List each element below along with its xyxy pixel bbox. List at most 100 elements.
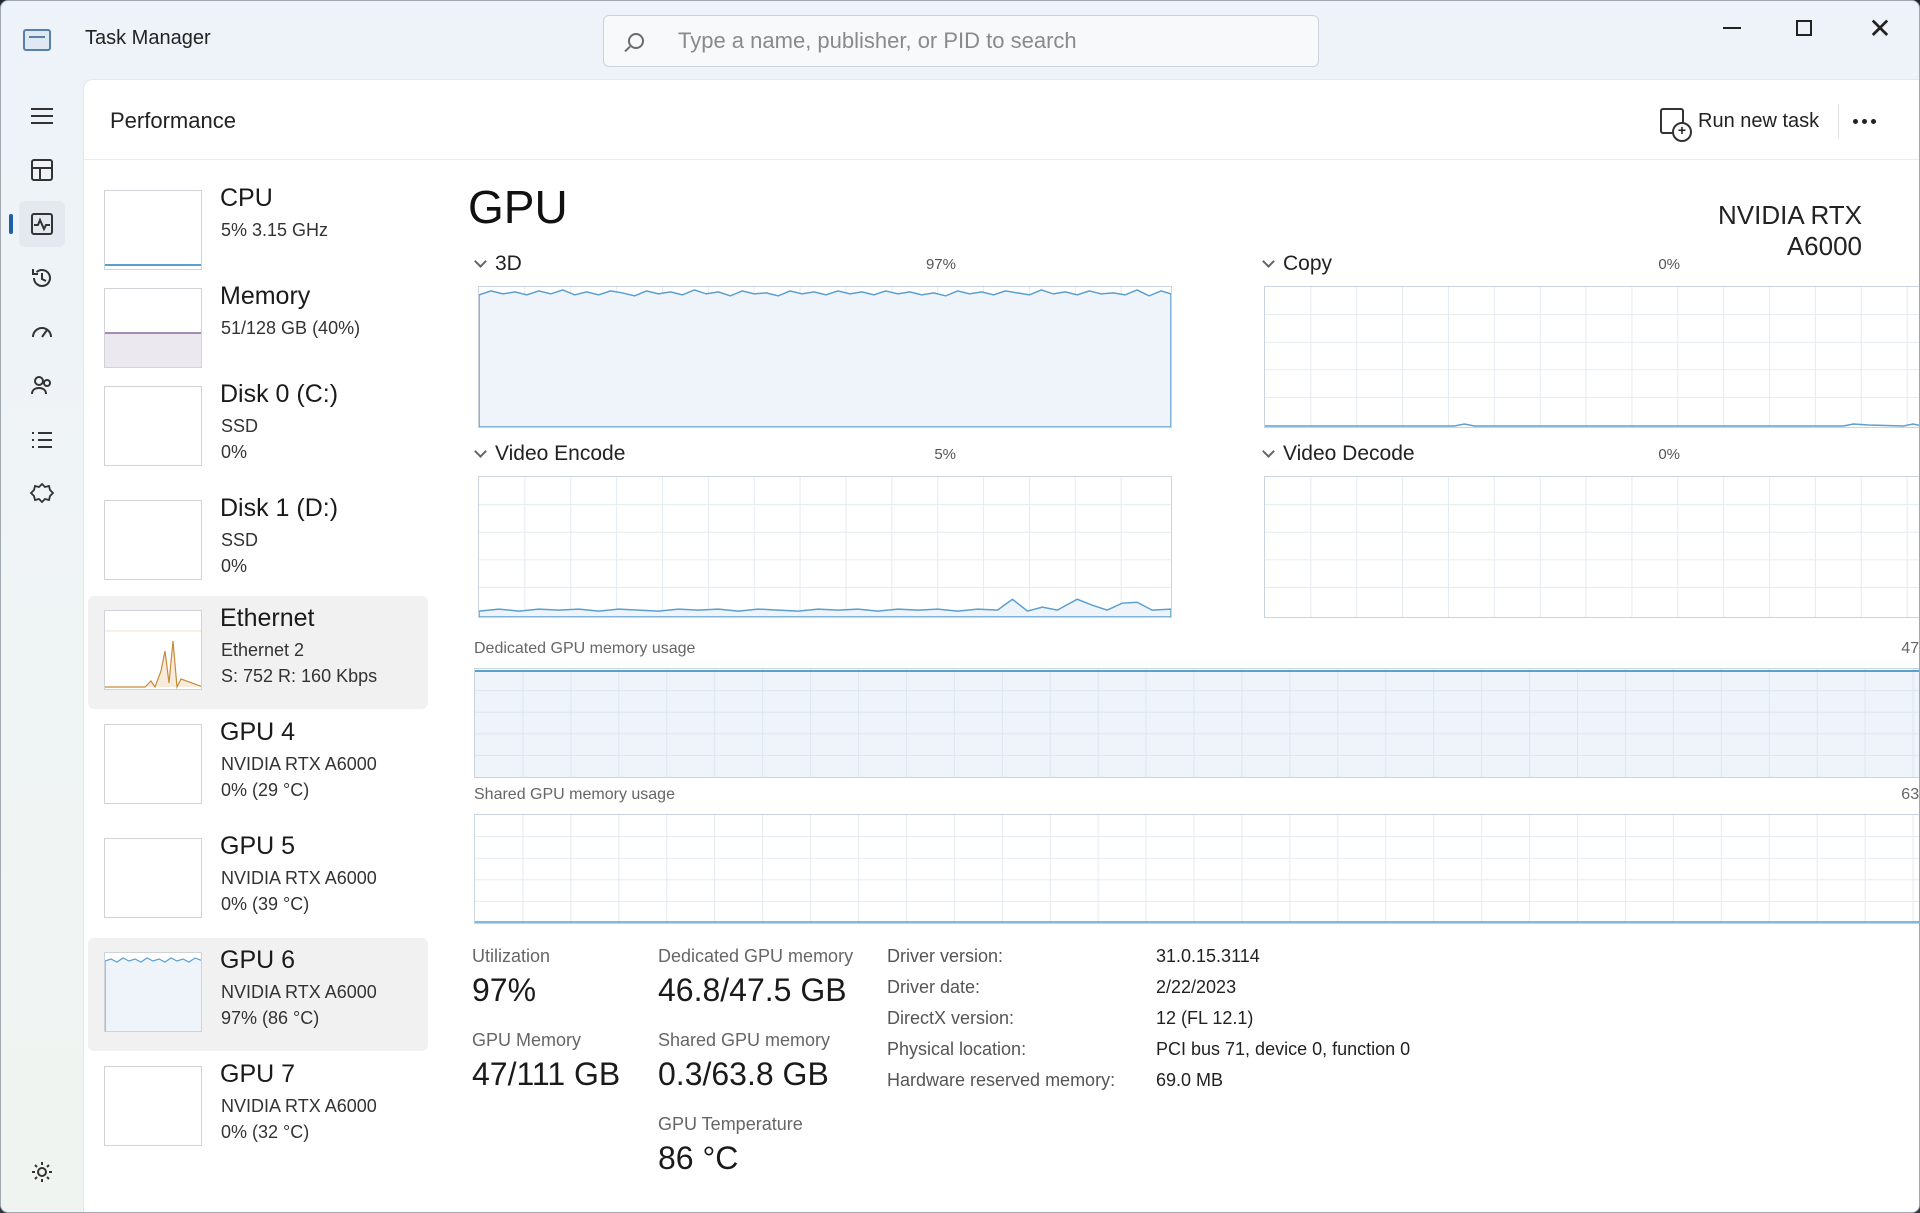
device-detail: NVIDIA RTX A6000 (221, 982, 377, 1002)
device-thumbnail (104, 386, 202, 466)
more-dot-icon (1861, 118, 1867, 124)
device-detail: 0% (39 °C) (221, 894, 310, 914)
chevron-down-icon (1262, 444, 1275, 458)
gpu-temperature-value: 86 °C (658, 1140, 739, 1176)
device-memory[interactable]: Memory 51/128 GB (40%) (88, 274, 428, 387)
engine-label: 3D (495, 252, 522, 275)
gpu-memory-label: GPU Memory (472, 1030, 582, 1050)
engine-video-decode-selector[interactable]: Video Decode (1262, 442, 1415, 466)
device-detail: SSD (221, 416, 259, 436)
device-name: Ethernet (220, 604, 315, 632)
engine-3d-selector[interactable]: 3D (474, 252, 522, 276)
gpu-memory-value: 47/111 GB (472, 1056, 621, 1092)
services-icon (29, 482, 55, 504)
engine-label: Copy (1283, 252, 1333, 275)
title-bar: Task Manager ✕ (1, 1, 1919, 79)
device-detail: NVIDIA RTX A6000 (221, 754, 377, 774)
device-gpu-4[interactable]: GPU 4 NVIDIA RTX A6000 0% (29 °C) (88, 710, 428, 823)
more-dot-icon (1870, 118, 1876, 124)
nav-performance[interactable] (9, 201, 65, 247)
utilization-value: 97% (472, 972, 537, 1008)
dedicated-memory-graph (474, 668, 1919, 778)
nav-processes[interactable] (19, 147, 65, 193)
nav-startup-apps[interactable] (19, 309, 65, 355)
device-name: CPU (220, 184, 273, 212)
device-thumbnail (104, 724, 202, 804)
device-detail: 0% (29 °C) (221, 780, 310, 800)
shared-memory-max: 63.8 GB (1901, 786, 1920, 803)
gpu-model-name: NVIDIA RTX A6000 (1717, 200, 1862, 261)
chevron-down-icon (474, 254, 487, 268)
device-thumbnail (104, 500, 202, 580)
device-gpu-6[interactable]: GPU 6 NVIDIA RTX A6000 97% (86 °C) (88, 938, 428, 1051)
task-manager-app-icon (23, 29, 51, 51)
hamburger-menu-button[interactable] (19, 93, 65, 139)
device-ethernet[interactable]: Ethernet Ethernet 2 S: 752 R: 160 Kbps (88, 596, 428, 709)
performance-icon (31, 213, 53, 235)
search-input[interactable] (678, 26, 1298, 56)
startup-apps-icon (32, 327, 52, 338)
engine-label: Video Encode (495, 442, 626, 465)
engine-copy-selector[interactable]: Copy (1262, 252, 1333, 276)
hardware-reserved-memory-value: 69.0 MB (1156, 1070, 1224, 1090)
nav-details[interactable] (19, 417, 65, 463)
nav-rail (1, 79, 83, 1212)
driver-date-value: 2/22/2023 (1156, 977, 1237, 997)
nav-users[interactable] (19, 363, 65, 409)
utilization-label: Utilization (472, 946, 551, 966)
device-name: GPU 4 (220, 718, 296, 746)
shared-memory-label: Shared GPU memory usage (474, 786, 675, 803)
task-manager-window: Task Manager ✕ (0, 0, 1920, 1213)
engine-percent: 97% (925, 256, 956, 273)
engine-percent: 0% (1658, 446, 1680, 463)
shared-memory-graph (474, 814, 1919, 924)
device-detail: 0% (221, 556, 248, 576)
maximize-button[interactable] (1767, 1, 1841, 55)
device-detail: 0% (221, 442, 248, 462)
device-disk-0[interactable]: Disk 0 (C:) SSD 0% (88, 372, 428, 485)
device-name: Memory (220, 282, 311, 310)
dedicated-memory-stat-label: Dedicated GPU memory (658, 946, 854, 966)
device-gpu-5[interactable]: GPU 5 NVIDIA RTX A6000 0% (39 °C) (88, 824, 428, 937)
maximize-icon (1796, 20, 1812, 36)
run-new-task-button[interactable]: Run new task (1654, 102, 1825, 142)
engine-video-encode-selector[interactable]: Video Encode (474, 442, 626, 466)
processes-icon (31, 159, 53, 181)
close-button[interactable]: ✕ (1843, 1, 1917, 55)
engine-copy-graph (1264, 286, 1919, 428)
device-cpu[interactable]: CPU 5% 3.15 GHz (88, 176, 428, 289)
shared-memory-stat-value: 0.3/63.8 GB (658, 1056, 829, 1092)
more-options-button[interactable] (1844, 102, 1884, 140)
run-new-task-icon (1660, 108, 1692, 142)
engine-video-decode-graph (1264, 476, 1919, 618)
physical-location-label: Physical location: (887, 1039, 1027, 1059)
device-thumbnail (104, 838, 202, 918)
device-name: Disk 1 (D:) (220, 494, 339, 522)
engine-video-encode-graph (478, 476, 1172, 618)
device-disk-1[interactable]: Disk 1 (D:) SSD 0% (88, 486, 428, 599)
shared-memory-stat-label: Shared GPU memory (658, 1030, 831, 1050)
physical-location-value: PCI bus 71, device 0, function 0 (1156, 1039, 1411, 1059)
gpu-title: GPU (468, 181, 568, 233)
device-detail: 0% (32 °C) (221, 1122, 310, 1142)
nav-settings[interactable] (19, 1149, 65, 1195)
device-thumbnail (104, 190, 202, 270)
page-title: Performance (110, 108, 236, 133)
run-new-task-label: Run new task (1698, 109, 1820, 132)
device-gpu-7[interactable]: GPU 7 NVIDIA RTX A6000 0% (32 °C) (88, 1052, 428, 1165)
device-detail: NVIDIA RTX A6000 (221, 868, 377, 888)
search-box[interactable] (603, 15, 1319, 67)
dedicated-memory-stat-value: 46.8/47.5 GB (658, 972, 847, 1008)
hardware-reserved-memory-label: Hardware reserved memory: (887, 1070, 1116, 1090)
nav-services[interactable] (19, 471, 65, 517)
engine-label: Video Decode (1283, 442, 1415, 465)
device-detail: SSD (221, 530, 259, 550)
minimize-button[interactable] (1695, 1, 1769, 55)
device-thumbnail (104, 610, 202, 690)
driver-version-value: 31.0.15.3114 (1156, 946, 1260, 966)
nav-app-history[interactable] (19, 255, 65, 301)
search-icon (628, 33, 644, 49)
device-name: GPU 6 (220, 946, 296, 974)
header-divider (1838, 104, 1839, 138)
settings-icon (32, 1162, 52, 1182)
